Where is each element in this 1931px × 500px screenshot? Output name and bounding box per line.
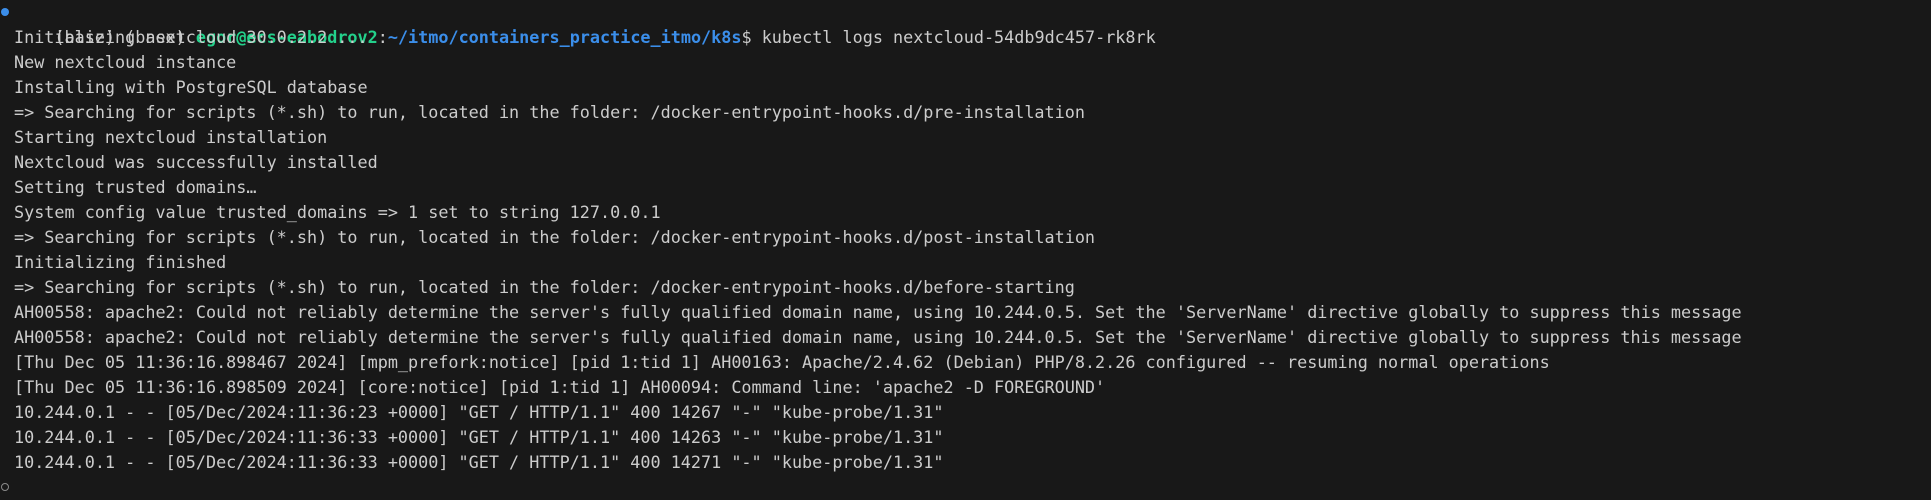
output-line: Initializing nextcloud 30.0.2.2 ... [14,27,368,47]
command-pending-circle-icon [1,483,9,491]
active-prompt-line[interactable]: (base) (base) egor@ecs-eabodrov2:~/itmo/… [0,475,1931,500]
output-line: Starting nextcloud installation [14,127,328,147]
command-line: (base) (base) egor@ecs-eabodrov2:~/itmo/… [0,0,1931,47]
output-line: => Searching for scripts (*.sh) to run, … [14,227,1096,247]
command-success-dot-icon[interactable] [1,8,9,16]
output-line: AH00558: apache2: Could not reliably det… [14,327,1742,347]
output-line: 10.244.0.1 - - [05/Dec/2024:11:36:33 +00… [14,427,944,447]
output-line: New nextcloud instance [14,52,237,72]
output-line: [Thu Dec 05 11:36:16.898467 2024] [mpm_p… [14,352,1550,372]
output-line: Setting trusted domains… [14,177,257,197]
output-line: Nextcloud was successfully installed [14,152,378,172]
output-line: Initializing finished [14,252,227,272]
output-line: 10.244.0.1 - - [05/Dec/2024:11:36:23 +00… [14,402,944,422]
output-line: System config value trusted_domains => 1… [14,202,661,222]
output-line: AH00558: apache2: Could not reliably det… [14,302,1742,322]
output-line: => Searching for scripts (*.sh) to run, … [14,277,1075,297]
output-line: Installing with PostgreSQL database [14,77,368,97]
output-line: => Searching for scripts (*.sh) to run, … [14,102,1085,122]
output-line: [Thu Dec 05 11:36:16.898509 2024] [core:… [14,377,1106,397]
terminal-panel[interactable]: (base) (base) egor@ecs-eabodrov2:~/itmo/… [0,0,1931,500]
output-line: 10.244.0.1 - - [05/Dec/2024:11:36:33 +00… [14,452,944,472]
